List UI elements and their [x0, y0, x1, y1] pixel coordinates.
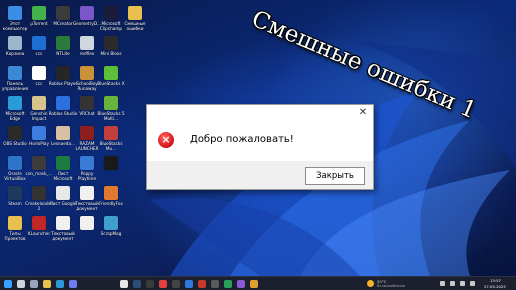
chrome-icon[interactable] [159, 280, 167, 288]
app-icon [80, 156, 94, 170]
desktop-icon-label: Текстовый документ [51, 231, 75, 241]
app-icon [104, 66, 118, 80]
app-icon[interactable] [198, 280, 206, 288]
app-icon [8, 186, 22, 200]
desktop-icon[interactable] [96, 156, 126, 171]
clock-date[interactable]: 27.05.2025 [484, 284, 506, 289]
app-icon [8, 6, 22, 20]
desktop-icon[interactable]: BlueStacks Mu... [96, 126, 126, 151]
close-icon[interactable]: ✕ [356, 107, 370, 119]
sun-icon [367, 280, 374, 287]
app-icon [56, 96, 70, 110]
app-icon [32, 186, 46, 200]
app-icon [128, 6, 142, 20]
weather-condition: Вз.малооблачно [377, 284, 405, 288]
app-icon [32, 6, 46, 20]
desktop-icon[interactable]: FriendlyFox [96, 186, 126, 206]
task-view-icon[interactable] [30, 280, 38, 288]
app-icon [80, 6, 94, 20]
app-icon [104, 36, 118, 50]
app-icon [80, 186, 94, 200]
weather-widget[interactable]: 20°C Вз.малооблачно [367, 279, 412, 289]
app-icon[interactable] [224, 280, 232, 288]
steam-icon[interactable] [133, 280, 141, 288]
app-icon [80, 96, 94, 110]
app-icon[interactable] [185, 280, 193, 288]
taskbar: 20°C Вз.малооблачно 13:57 27.05.2025 [0, 276, 516, 290]
app-icon[interactable] [250, 280, 258, 288]
app-icon [8, 156, 22, 170]
dialog-content-area [147, 105, 373, 161]
app-icon [32, 216, 46, 230]
app-icon [8, 96, 22, 110]
app-icon [56, 156, 70, 170]
app-icon [80, 126, 94, 140]
app-icon[interactable] [237, 280, 245, 288]
desktop-icon[interactable]: Смешные ошибки [120, 6, 150, 31]
search-icon[interactable] [17, 280, 25, 288]
error-icon: × [158, 132, 174, 148]
app-icon [8, 216, 22, 230]
app-icon [56, 186, 70, 200]
battery-icon[interactable] [470, 281, 475, 286]
tray-chevron-icon[interactable] [440, 281, 445, 286]
app-icon [32, 156, 46, 170]
dialog-message: Добро пожаловать! [190, 134, 294, 145]
desktop-icon-label: FriendlyFox [99, 201, 123, 206]
close-button[interactable]: Закрыть [305, 167, 365, 185]
app-icon [104, 96, 118, 110]
yandex-icon[interactable] [120, 280, 128, 288]
desktop: Этот компьютер µTorrent MCreator GeometryD.… [0, 0, 516, 290]
desktop-icon[interactable]: BlueStacks 5 Multi... [96, 96, 126, 121]
app-icon [56, 216, 70, 230]
app-icon [56, 6, 70, 20]
app-icon [56, 126, 70, 140]
desktop-icon[interactable]: BlueStacks X [96, 66, 126, 86]
app-icon [8, 66, 22, 80]
desktop-icon-label: BlueStacks 5 Multi... [97, 111, 125, 121]
desktop-icon-label: Смешные ошибки [124, 21, 146, 31]
desktop-icon[interactable]: ScrapMag [96, 216, 126, 236]
app-icon [80, 36, 94, 50]
app-icon [56, 36, 70, 50]
desktop-icon-label: Mini Bloxs [100, 51, 122, 56]
app-icon [80, 216, 94, 230]
app-icon [8, 36, 22, 50]
app-icon [56, 66, 70, 80]
desktop-icon-label: ScrapMag [100, 231, 122, 236]
desktop-icon-label: BlueStacks Mu... [99, 141, 123, 151]
app-icon [104, 186, 118, 200]
volume-icon[interactable] [460, 281, 465, 286]
app-icon [104, 216, 118, 230]
app-icon [32, 96, 46, 110]
message-dialog: ✕ × Добро пожаловать! Закрыть [146, 104, 374, 190]
network-icon[interactable] [450, 281, 455, 286]
edge-icon[interactable] [56, 280, 64, 288]
clock-time[interactable]: 13:57 [490, 278, 501, 283]
app-icon [32, 66, 46, 80]
app-icon [32, 126, 46, 140]
app-icon [104, 6, 118, 20]
app-icon [80, 66, 94, 80]
app-icon[interactable] [146, 280, 154, 288]
app-icon [104, 156, 118, 170]
start-icon[interactable] [4, 280, 12, 288]
app-icon [32, 36, 46, 50]
app-icon [8, 126, 22, 140]
explorer-icon[interactable] [43, 280, 51, 288]
desktop-icon-label: Poppy Playtime [77, 171, 97, 181]
store-icon[interactable] [69, 280, 77, 288]
app-icon[interactable] [211, 280, 219, 288]
desktop-icon-label: BlueStacks X [97, 81, 125, 86]
app-icon [104, 126, 118, 140]
obs-icon[interactable] [172, 280, 180, 288]
desktop-icon[interactable]: Mini Bloxs [96, 36, 126, 56]
